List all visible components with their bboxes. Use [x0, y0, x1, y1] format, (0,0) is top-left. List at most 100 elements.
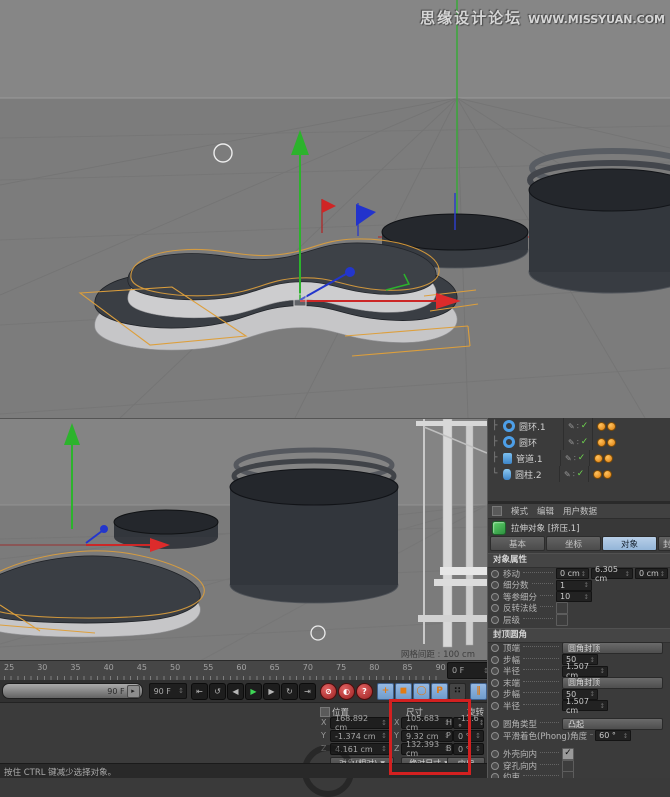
tag-dot-icon[interactable] [593, 470, 602, 479]
loop-button[interactable]: ↻ [281, 683, 298, 700]
edit-icon[interactable]: ✎ [568, 438, 575, 447]
menu-item-编辑[interactable]: 编辑 [537, 505, 554, 517]
edit-icon[interactable]: ✎ [565, 454, 572, 463]
animation-dot-icon[interactable] [491, 679, 499, 687]
gizmo-z-handle[interactable] [345, 267, 355, 277]
tab-对象[interactable]: 对象 [602, 536, 657, 551]
timeline-mode-button[interactable]: ‖ [470, 683, 487, 700]
scrubber-handle-icon[interactable]: ▸ [127, 685, 140, 698]
enabled-check-icon[interactable]: ✓ [577, 469, 585, 479]
tag-dot-icon[interactable] [603, 470, 612, 479]
record-parameter-toggle[interactable]: P [431, 683, 448, 700]
edit-icon[interactable]: ✎ [564, 470, 571, 479]
value-dropdown[interactable]: 凸起 [562, 718, 663, 730]
animation-dot-icon[interactable] [491, 750, 499, 758]
previous-frame-button[interactable]: ◀ [227, 683, 244, 700]
object-name[interactable]: 管道.1 [516, 452, 560, 465]
object-list-item[interactable]: ├管道.1✎∶✓ [488, 450, 670, 466]
goto-start-button[interactable]: ⇤ [191, 683, 208, 700]
timeline-scrubber[interactable]: 90 F ▸ [2, 683, 143, 699]
object-name[interactable]: 圆环 [519, 436, 563, 449]
tag-dot-icon[interactable] [597, 422, 606, 431]
tab-坐标[interactable]: 坐标 [546, 536, 601, 551]
animation-dot-icon[interactable] [491, 604, 499, 612]
animation-dot-icon[interactable] [491, 644, 499, 652]
object-list-item[interactable]: ├圆环.1✎∶✓ [488, 418, 670, 434]
object-disc-medium-2[interactable] [114, 510, 218, 549]
stepper-icon[interactable]: ↕ [381, 719, 387, 727]
object-name[interactable]: 圆环.1 [519, 420, 563, 433]
object-cylinder-large-2[interactable] [230, 450, 398, 603]
edit-icon[interactable]: ✎ [568, 422, 575, 431]
value-field[interactable]: 6.305 cm↕ [591, 568, 633, 579]
object-name[interactable]: 圆柱.2 [515, 468, 559, 481]
checkbox[interactable] [562, 771, 574, 778]
next-frame-button[interactable]: ▶ [263, 683, 280, 700]
stepper-icon[interactable]: ↕ [475, 745, 481, 753]
stepper-icon[interactable]: ↕ [584, 593, 589, 601]
tag-dot-icon[interactable] [597, 438, 606, 447]
tag-dot-icon[interactable] [607, 438, 616, 447]
checkbox[interactable]: ✓ [562, 748, 574, 760]
stepper-icon[interactable]: ↕ [178, 687, 184, 695]
position-Y-field[interactable]: -1.374 cm↕ [330, 730, 390, 742]
animation-dot-icon[interactable] [491, 702, 499, 710]
animation-dot-icon[interactable] [491, 616, 499, 624]
value-dropdown[interactable]: 圆角封顶 [562, 677, 663, 689]
position-checkbox[interactable] [320, 707, 330, 717]
record-pla-toggle[interactable]: ∷ [449, 683, 466, 700]
play-forwards-button[interactable]: ▶ [245, 683, 262, 700]
current-frame-field[interactable]: 90 F↕ [149, 683, 187, 699]
value-field[interactable]: 10↕ [556, 591, 592, 602]
position-X-field[interactable]: 168.892 cm↕ [330, 717, 390, 729]
stepper-icon[interactable]: ↕ [479, 719, 485, 727]
autokey-button[interactable]: ◐ [338, 683, 355, 700]
record-rotation-toggle[interactable]: ◯ [413, 683, 430, 700]
goto-end-button[interactable]: ⇥ [299, 683, 316, 700]
animation-dot-icon[interactable] [491, 720, 499, 728]
value-field[interactable]: 1.507 cm↕ [562, 666, 608, 677]
animation-dot-icon[interactable] [491, 773, 499, 778]
stepper-icon[interactable]: ↕ [660, 570, 665, 578]
value-field[interactable]: 1↕ [556, 580, 592, 591]
stepper-icon[interactable]: ↕ [600, 667, 605, 675]
record-scale-toggle[interactable]: ◼ [395, 683, 412, 700]
visibility-dots-icon[interactable]: ∶ [574, 454, 576, 463]
stepper-icon[interactable]: ↕ [581, 570, 586, 578]
tag-dot-icon[interactable] [607, 422, 616, 431]
value-dropdown[interactable]: 圆角封顶 [562, 642, 663, 654]
value-field[interactable]: 0 cm↕ [635, 568, 668, 579]
animation-dot-icon[interactable] [491, 570, 499, 578]
stepper-icon[interactable]: ↕ [623, 732, 628, 740]
visibility-dots-icon[interactable]: ∶ [577, 438, 579, 447]
visibility-dots-icon[interactable]: ∶ [573, 470, 575, 479]
menu-item-用户数据[interactable]: 用户数据 [563, 505, 597, 517]
enabled-check-icon[interactable]: ✓ [578, 453, 586, 463]
record-keyframe-button[interactable]: ⊘ [320, 683, 337, 700]
enabled-check-icon[interactable]: ✓ [581, 421, 589, 431]
stepper-icon[interactable]: ↕ [381, 745, 387, 753]
visibility-dots-icon[interactable]: ∶ [577, 422, 579, 431]
animation-dot-icon[interactable] [491, 593, 499, 601]
checkbox[interactable] [556, 614, 568, 626]
stepper-icon[interactable]: ↕ [600, 702, 605, 710]
object-list-item[interactable]: └圆柱.2✎∶✓ [488, 466, 670, 482]
menu-item-模式[interactable]: 模式 [511, 505, 528, 517]
animation-dot-icon[interactable] [491, 581, 499, 589]
tag-dot-icon[interactable] [594, 454, 603, 463]
perspective-viewport[interactable]: 思缘设计论坛WWW.MISSYUAN.COM [0, 0, 670, 418]
animation-dot-icon[interactable] [491, 667, 499, 675]
tab-基本[interactable]: 基本 [490, 536, 545, 551]
timeline-ruler[interactable]: 2530354045505560657075808590 0 F↕ [0, 660, 487, 682]
enabled-check-icon[interactable]: ✓ [581, 437, 589, 447]
keyframe-options-button[interactable]: ? [356, 683, 373, 700]
value-field[interactable]: 60 °↕ [595, 730, 631, 741]
value-field[interactable]: 1.507 cm↕ [562, 700, 608, 711]
checkbox[interactable] [556, 602, 568, 614]
stepper-icon[interactable]: ↕ [584, 581, 589, 589]
tab-封顶[interactable]: 封顶 [658, 536, 670, 551]
value-field[interactable]: 0 cm↕ [556, 568, 589, 579]
stepper-icon[interactable]: ↕ [475, 732, 481, 740]
end-frame-field[interactable]: 0 F↕ [447, 662, 492, 679]
stepper-icon[interactable]: ↕ [381, 732, 387, 740]
